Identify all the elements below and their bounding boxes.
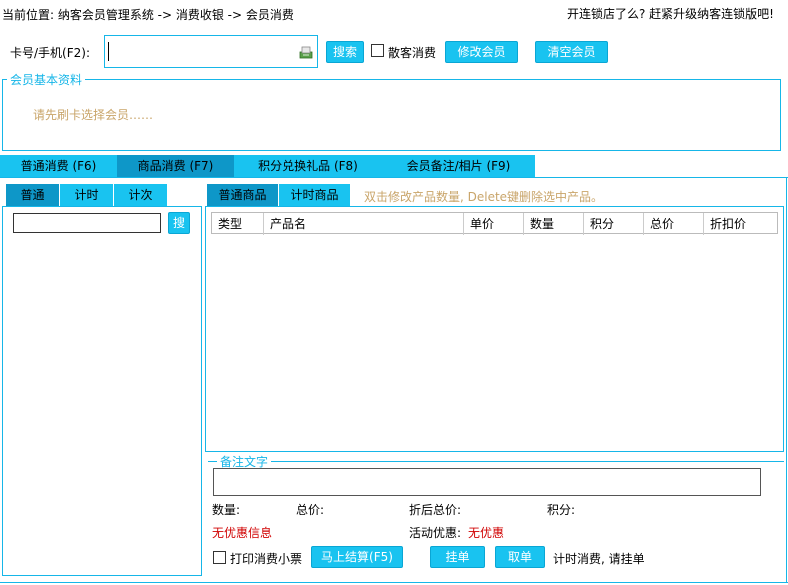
clear-member-button[interactable]: 清空会员 bbox=[535, 41, 608, 63]
points-label: 积分: bbox=[547, 503, 576, 517]
product-table[interactable]: 类型 产品名 单价 数量 积分 总价 折扣价 bbox=[205, 206, 784, 452]
retrieve-order-button[interactable]: 取单 bbox=[495, 546, 545, 568]
timer-hint: 计时消费, 请挂单 bbox=[553, 552, 645, 566]
bottom-border bbox=[0, 582, 788, 583]
activity-discount-label: 活动优惠: bbox=[409, 526, 462, 540]
remarks-divider bbox=[208, 461, 784, 462]
main-tab-strip-line bbox=[0, 177, 788, 178]
print-receipt-label[interactable]: 打印消费小票 bbox=[230, 550, 302, 567]
right-tab-timed-products[interactable]: 计时商品 bbox=[279, 184, 350, 206]
remarks-input[interactable] bbox=[213, 468, 761, 496]
right-border bbox=[786, 177, 787, 583]
card-number-input[interactable] bbox=[104, 35, 318, 68]
edit-member-button[interactable]: 修改会员 bbox=[445, 41, 518, 63]
col-discount-price[interactable]: 折扣价 bbox=[704, 213, 777, 235]
col-quantity[interactable]: 数量 bbox=[524, 213, 584, 235]
tab-product-consumption[interactable]: 商品消费 (F7) bbox=[117, 155, 234, 177]
left-search-input[interactable] bbox=[13, 213, 161, 233]
card-reader-icon[interactable] bbox=[299, 45, 313, 59]
left-tab-count[interactable]: 计次 bbox=[114, 184, 167, 206]
checkout-button[interactable]: 马上结算(F5) bbox=[311, 546, 403, 568]
card-number-label: 卡号/手机(F2): bbox=[10, 46, 90, 60]
tab-points-gift[interactable]: 积分兑换礼品 (F8) bbox=[234, 155, 382, 177]
walkin-checkbox[interactable] bbox=[371, 44, 384, 57]
right-tab-normal-products[interactable]: 普通商品 bbox=[207, 184, 278, 206]
discounted-total-label: 折后总价: bbox=[409, 503, 462, 517]
tab-normal-consumption[interactable]: 普通消费 (F6) bbox=[0, 155, 117, 177]
col-points[interactable]: 积分 bbox=[584, 213, 644, 235]
col-type[interactable]: 类型 bbox=[212, 213, 264, 235]
left-search-button[interactable]: 搜 bbox=[168, 212, 190, 234]
total-label: 总价: bbox=[296, 503, 325, 517]
left-tab-normal[interactable]: 普通 bbox=[6, 184, 59, 206]
walkin-label[interactable]: 散客消费 bbox=[388, 44, 436, 61]
col-total[interactable]: 总价 bbox=[644, 213, 704, 235]
upgrade-promo[interactable]: 开连锁店了么? 赶紧升级纳客连锁版吧! bbox=[567, 5, 774, 22]
text-caret bbox=[108, 42, 109, 61]
no-discount-info: 无优惠信息 bbox=[212, 526, 273, 540]
quantity-label: 数量: bbox=[212, 503, 241, 517]
left-product-panel bbox=[2, 206, 202, 576]
member-info-placeholder: 请先刷卡选择会员…… bbox=[33, 108, 154, 122]
left-tab-timed[interactable]: 计时 bbox=[60, 184, 113, 206]
table-hint: 双击修改产品数量, Delete键删除选中产品。 bbox=[364, 190, 604, 204]
col-product-name[interactable]: 产品名 bbox=[264, 213, 464, 235]
print-receipt-checkbox[interactable] bbox=[213, 551, 226, 564]
member-info-legend: 会员基本资料 bbox=[7, 71, 86, 88]
product-table-header: 类型 产品名 单价 数量 积分 总价 折扣价 bbox=[211, 212, 778, 235]
hold-order-button[interactable]: 挂单 bbox=[430, 546, 485, 568]
tab-member-notes[interactable]: 会员备注/相片 (F9) bbox=[382, 155, 535, 177]
breadcrumb: 当前位置: 纳客会员管理系统 -> 消费收银 -> 会员消费 bbox=[2, 8, 294, 22]
activity-discount-value: 无优惠 bbox=[468, 526, 505, 540]
col-unit-price[interactable]: 单价 bbox=[464, 213, 524, 235]
search-button[interactable]: 搜索 bbox=[326, 41, 364, 63]
